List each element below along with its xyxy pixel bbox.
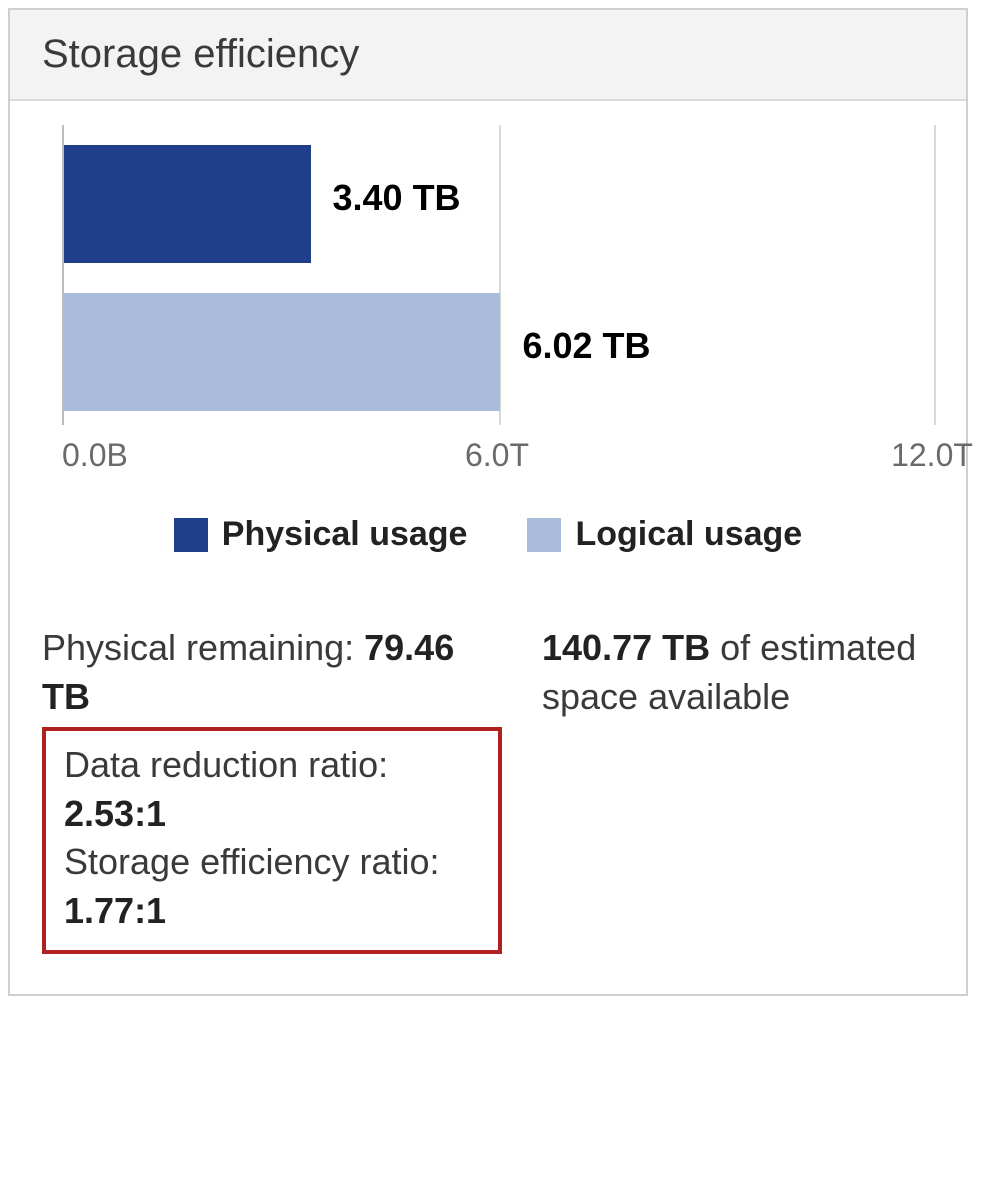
card-title: Storage efficiency xyxy=(42,32,934,77)
legend-logical: Logical usage xyxy=(527,515,802,554)
legend-physical-label: Physical usage xyxy=(222,515,468,554)
bar-physical-label: 3.40 TB xyxy=(333,177,461,219)
usage-bar-chart: 3.40 TB 6.02 TB 0.0B 6.0T 12.0T xyxy=(42,125,934,485)
data-reduction-label: Data reduction ratio: xyxy=(64,741,480,790)
storage-efficiency-value: 1.77:1 xyxy=(64,887,480,936)
stats-left-column: Physical remaining: 79.46 TB Data reduct… xyxy=(42,624,502,954)
storage-efficiency-card: Storage efficiency 3.40 TB 6.02 TB 0.0B … xyxy=(8,8,968,996)
physical-remaining: Physical remaining: 79.46 TB xyxy=(42,624,502,721)
bar-physical-usage xyxy=(64,145,311,263)
data-reduction-value: 2.53:1 xyxy=(64,790,480,839)
bar-logical-label: 6.02 TB xyxy=(522,325,650,367)
stats-section: Physical remaining: 79.46 TB Data reduct… xyxy=(42,624,934,954)
chart-plot-area: 3.40 TB 6.02 TB xyxy=(62,125,934,425)
physical-remaining-label: Physical remaining: xyxy=(42,627,364,668)
card-header: Storage efficiency xyxy=(10,10,966,101)
estimated-space: 140.77 TB of estimated space available xyxy=(542,624,934,721)
tick-12: 12.0T xyxy=(891,437,973,474)
tick-0: 0.0B xyxy=(62,437,128,474)
swatch-physical-icon xyxy=(174,518,208,552)
card-body: 3.40 TB 6.02 TB 0.0B 6.0T 12.0T Physical… xyxy=(10,101,966,994)
estimated-space-value: 140.77 TB xyxy=(542,627,710,668)
tick-6: 6.0T xyxy=(465,437,529,474)
bar-logical-usage xyxy=(64,293,500,411)
gridline-12t xyxy=(934,125,936,425)
swatch-logical-icon xyxy=(527,518,561,552)
ratio-highlight-box: Data reduction ratio: 2.53:1 Storage eff… xyxy=(42,727,502,953)
storage-efficiency-label: Storage efficiency ratio: xyxy=(64,838,480,887)
legend-logical-label: Logical usage xyxy=(575,515,802,554)
legend-physical: Physical usage xyxy=(174,515,468,554)
stats-right-column: 140.77 TB of estimated space available xyxy=(542,624,934,721)
chart-legend: Physical usage Logical usage xyxy=(42,515,934,554)
